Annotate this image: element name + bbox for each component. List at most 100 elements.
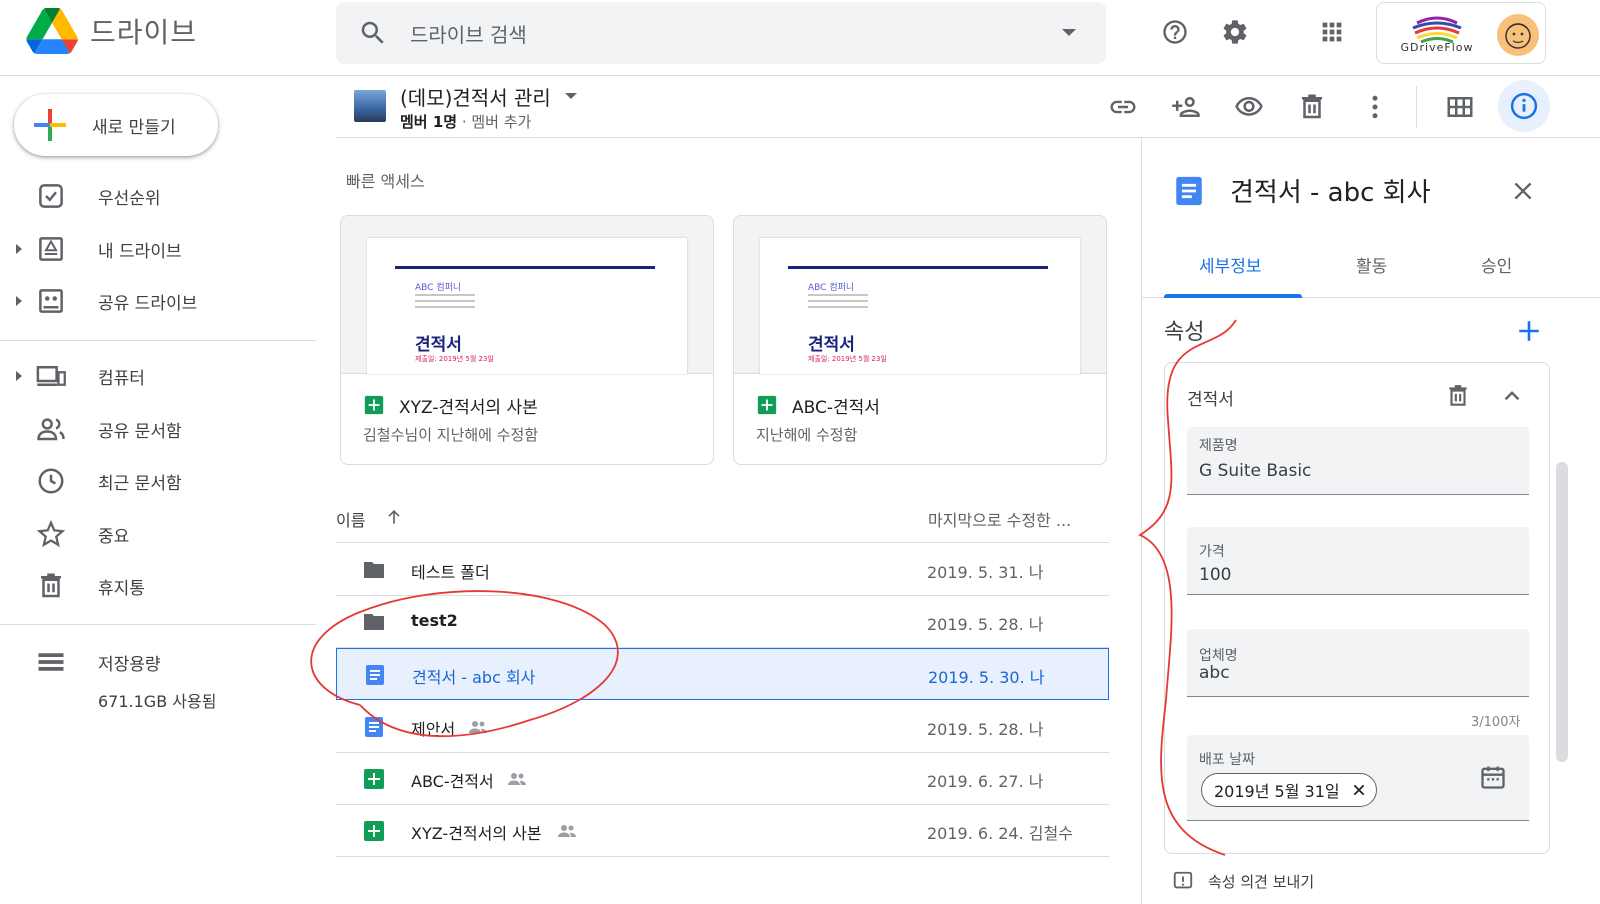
close-icon[interactable] — [1510, 178, 1536, 204]
team-drive-title[interactable]: (데모)견적서 관리 — [400, 82, 551, 111]
table-row[interactable]: test2 2019. 5. 28. 나 — [336, 596, 1109, 648]
storage-label: 저장용량 — [98, 654, 161, 675]
add-property-icon[interactable] — [1516, 318, 1542, 344]
file-name: 테스트 폴더 — [411, 563, 490, 582]
info-button[interactable] — [1498, 80, 1550, 132]
sheets-icon — [364, 395, 384, 415]
file-name: XYZ-견적서의 사본 — [411, 824, 542, 843]
table-row[interactable]: ABC-견적서 2019. 6. 27. 나 — [336, 753, 1109, 805]
sidebar: 새로 만들기 우선순위 내 드라이브 공유 드라이브 컴퓨터 공유 문서함 최근… — [0, 76, 320, 904]
table-row[interactable]: 테스트 폴더 2019. 5. 31. 나 — [336, 544, 1109, 596]
sidebar-item-label: 컴퓨터 — [98, 368, 145, 389]
chevron-up-icon[interactable] — [1499, 383, 1525, 409]
eye-preview-icon[interactable] — [1234, 92, 1264, 122]
file-modified: 2019. 5. 31. 나 — [927, 563, 1044, 582]
account-area[interactable]: GDriveFlow — [1376, 2, 1546, 64]
table-row[interactable]: 제안서 2019. 5. 28. 나 — [336, 701, 1109, 753]
panel-tabs: 세부정보 활동 승인 — [1142, 228, 1600, 298]
file-name: test2 — [411, 611, 458, 630]
new-button[interactable]: 새로 만들기 — [14, 94, 218, 156]
tab-approval[interactable]: 승인 — [1481, 252, 1512, 277]
help-icon[interactable] — [1161, 18, 1189, 46]
sidebar-item-priority[interactable]: 우선순위 — [0, 176, 320, 216]
quick-access-card[interactable]: ABC 컴퍼니 견적서 제출일: 2019년 5월 23일 XYZ-견적서의 사… — [340, 215, 714, 465]
feedback-icon — [1173, 871, 1193, 889]
details-panel: 견적서 - abc 회사 세부정보 활동 승인 속성 견적서 제품명 G Sui… — [1141, 138, 1600, 904]
card-subtitle: 김철수님이 지난해에 수정함 — [363, 426, 539, 444]
member-count[interactable]: 멤버 1명 — [400, 113, 457, 131]
tab-activity[interactable]: 활동 — [1356, 252, 1387, 277]
grid-view-icon[interactable] — [1445, 92, 1475, 122]
priority-icon — [39, 184, 63, 208]
quick-access-card[interactable]: ABC 컴퍼니 견적서 제출일: 2019년 5월 23일 ABC-견적서 지난… — [733, 215, 1107, 465]
settings-gear-icon[interactable] — [1221, 18, 1249, 46]
sidebar-item-label: 최근 문서함 — [98, 473, 182, 494]
file-modified: 2019. 5. 28. 나 — [927, 720, 1044, 739]
feedback-link[interactable]: 속성 의견 보내기 — [1172, 870, 1314, 892]
date-chip[interactable]: 2019년 5월 31일 — [1201, 773, 1377, 807]
arrow-up-icon[interactable] — [384, 507, 404, 527]
sidebar-item-storage[interactable]: 저장용량 — [0, 642, 320, 682]
price-field[interactable]: 가격 100 — [1187, 527, 1529, 595]
release-date-field[interactable]: 배포 날짜 2019년 5월 31일 — [1187, 735, 1529, 821]
sidebar-item-trash[interactable]: 휴지통 — [0, 566, 320, 606]
sort-by-name[interactable]: 이름 — [336, 507, 365, 531]
sidebar-item-recent[interactable]: 최근 문서함 — [0, 461, 320, 501]
folder-icon — [364, 614, 384, 630]
add-member-link[interactable]: 멤버 추가 — [471, 113, 531, 131]
sidebar-item-shared-with-me[interactable]: 공유 문서함 — [0, 409, 320, 449]
file-name: ABC-견적서 — [411, 772, 494, 791]
sidebar-item-label: 우선순위 — [98, 188, 161, 209]
panel-scrollbar[interactable] — [1556, 462, 1568, 762]
product-name-field[interactable]: 제품명 G Suite Basic — [1187, 427, 1529, 495]
search-icon[interactable] — [358, 18, 388, 48]
doc-preview: ABC 컴퍼니 견적서 제출일: 2019년 5월 23일 — [367, 238, 687, 374]
drive-logo[interactable]: 드라이브 — [26, 8, 197, 54]
field-value[interactable]: G Suite Basic — [1199, 461, 1311, 481]
trash-icon — [41, 573, 61, 598]
calendar-icon[interactable] — [1479, 763, 1507, 791]
expand-caret-icon[interactable] — [16, 244, 22, 254]
expand-caret-icon[interactable] — [16, 371, 22, 381]
delete-group-icon[interactable] — [1445, 383, 1471, 409]
chevron-down-icon[interactable] — [565, 93, 577, 99]
docs-icon — [365, 717, 383, 737]
sidebar-item-label: 내 드라이브 — [98, 241, 182, 262]
table-row[interactable]: XYZ-견적서의 사본 2019. 6. 24. 김철수 — [336, 805, 1109, 857]
file-modified: 2019. 5. 28. 나 — [927, 615, 1044, 634]
delete-icon[interactable] — [1297, 92, 1327, 122]
sidebar-item-starred[interactable]: 중요 — [0, 514, 320, 554]
sidebar-item-computers[interactable]: 컴퓨터 — [0, 356, 320, 396]
panel-title: 견적서 - abc 회사 — [1230, 178, 1431, 208]
my-drive-icon — [39, 237, 63, 261]
expand-caret-icon[interactable] — [16, 296, 22, 306]
sidebar-item-shared-drives[interactable]: 공유 드라이브 — [0, 281, 320, 321]
field-value[interactable]: 100 — [1199, 565, 1231, 585]
field-label: 제품명 — [1199, 438, 1238, 454]
field-value[interactable]: abc — [1199, 663, 1230, 683]
vendor-name-field[interactable]: 업체명 abc — [1187, 629, 1529, 697]
search-options-icon[interactable] — [1062, 29, 1076, 36]
remove-chip-icon[interactable] — [1352, 783, 1366, 797]
sort-by-modified[interactable]: 마지막으로 수정한 ... — [928, 507, 1071, 531]
table-row-selected[interactable]: 견적서 - abc 회사 2019. 5. 30. 나 — [336, 648, 1109, 700]
preview-heading: 견적서 — [808, 335, 855, 355]
shared-people-icon — [469, 721, 487, 733]
link-icon[interactable] — [1108, 92, 1138, 122]
preview-lines — [415, 294, 475, 314]
preview-date: 제출일: 2019년 5월 23일 — [415, 355, 494, 363]
apps-grid-icon[interactable] — [1318, 18, 1346, 46]
add-person-icon[interactable] — [1171, 92, 1201, 122]
plus-icon — [34, 109, 66, 141]
new-button-label: 새로 만들기 — [92, 117, 176, 138]
search-bar[interactable]: 드라이브 검색 — [336, 2, 1106, 64]
preview-company: ABC 컴퍼니 — [808, 283, 855, 293]
avatar[interactable] — [1497, 14, 1539, 56]
sidebar-item-my-drive[interactable]: 내 드라이브 — [0, 229, 320, 269]
char-counter: 3/100자 — [1471, 715, 1521, 730]
search-input[interactable]: 드라이브 검색 — [410, 19, 527, 48]
file-modified: 2019. 6. 24. 김철수 — [927, 824, 1073, 843]
more-vert-icon[interactable] — [1360, 92, 1390, 122]
tab-details[interactable]: 세부정보 — [1199, 252, 1262, 277]
feedback-text: 속성 의견 보내기 — [1208, 872, 1315, 891]
